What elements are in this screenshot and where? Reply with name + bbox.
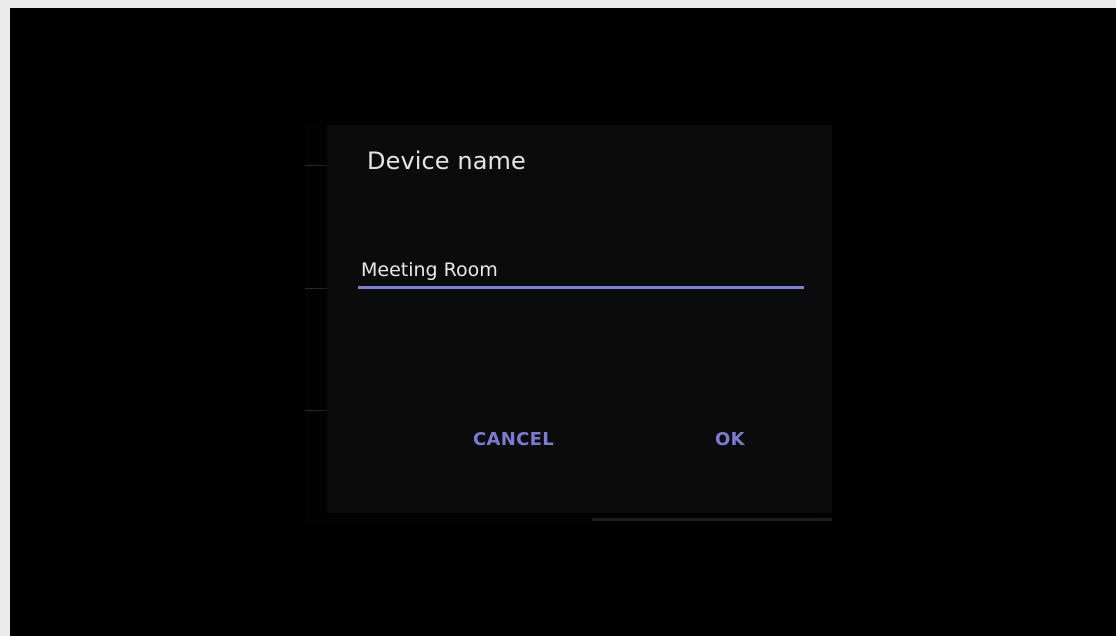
device-name-field[interactable]	[358, 255, 804, 289]
device-name-input[interactable]	[358, 255, 804, 285]
dialog-bottom-edge	[592, 518, 832, 521]
dialog-title: Device name	[367, 147, 526, 175]
cancel-button[interactable]: CANCEL	[463, 423, 564, 456]
ok-button[interactable]: OK	[705, 423, 755, 456]
divider	[305, 165, 327, 166]
device-screen: Device name CANCEL OK	[10, 8, 1116, 636]
background-list-dividers	[305, 125, 327, 525]
device-name-dialog: Device name CANCEL OK	[327, 125, 832, 513]
input-underline	[358, 286, 804, 289]
divider	[305, 410, 327, 411]
divider	[305, 288, 327, 289]
